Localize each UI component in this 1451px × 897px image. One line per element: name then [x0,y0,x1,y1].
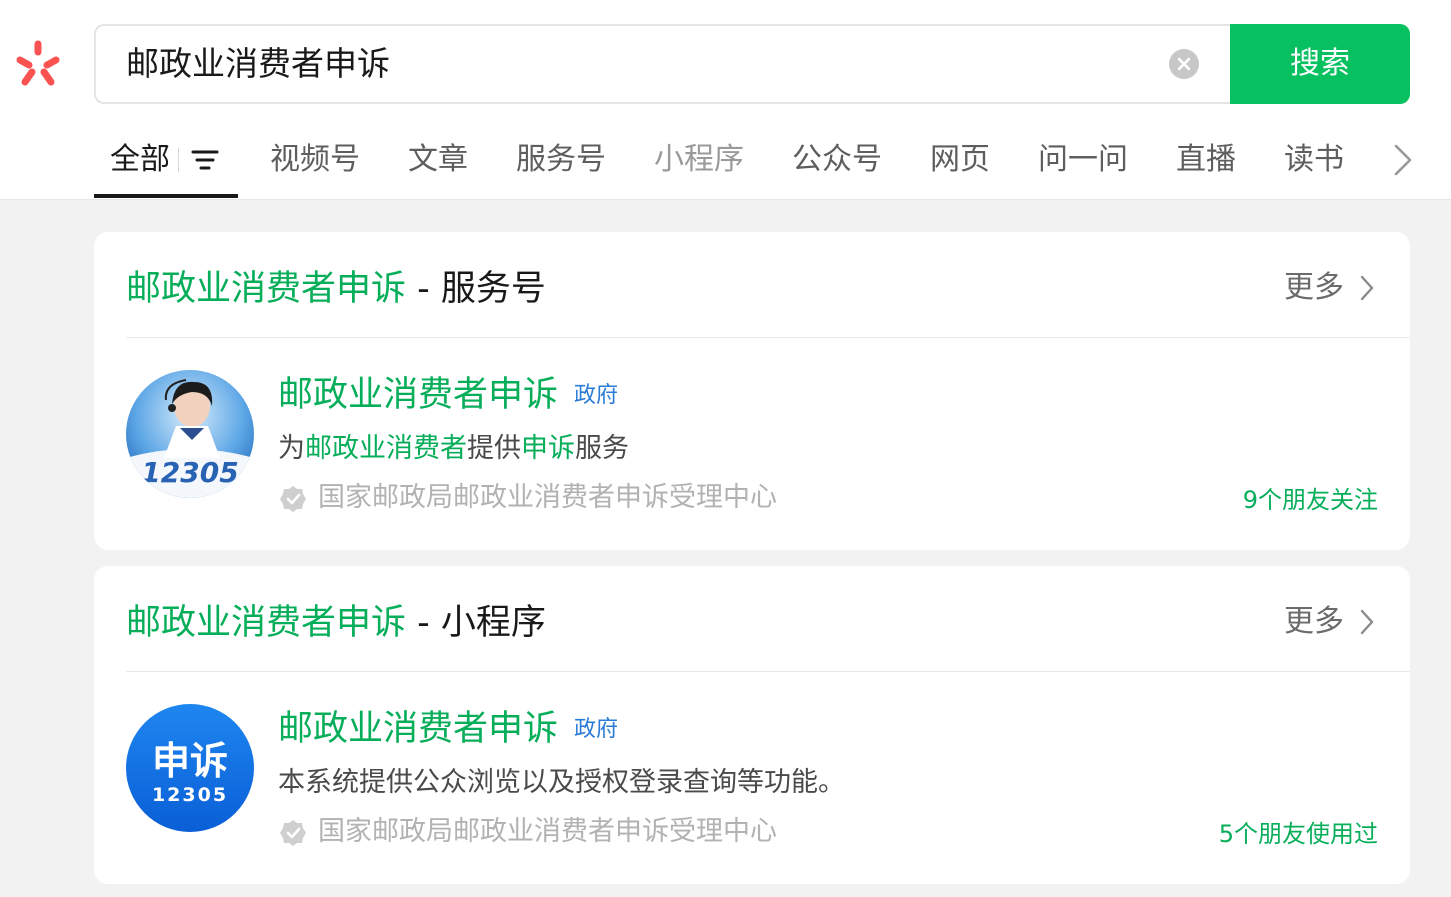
section-title-keyword: 邮政业消费者申诉 [126,269,407,309]
section-title: 邮政业消费者申诉 - 小程序 [126,599,546,647]
tab-ask[interactable]: 问一问 [1038,138,1128,182]
search-query-text[interactable]: 邮政业消费者申诉 [126,26,390,102]
verified-organization: 国家邮政局邮政业消费者申诉受理中心 [318,816,777,847]
service-account-name[interactable]: 邮政业消费者申诉 [278,371,558,419]
mini-program-description: 本系统提供公众浏览以及授权登录查询等功能。 [278,767,845,798]
section-title-suffix: - 服务号 [406,269,546,309]
mini-program-logo-icon: 申诉 12305 [126,704,254,832]
chevron-right-icon[interactable] [1358,273,1376,303]
avatar-number-text: 12305 [141,456,238,489]
close-icon [1177,57,1191,71]
divider [126,337,1410,338]
tab-web[interactable]: 网页 [930,138,990,182]
tab-live[interactable]: 直播 [1176,138,1236,182]
service-account-section: 邮政业消费者申诉 - 服务号 更多 12305 邮政业消费者申诉 政府 为邮政业… [94,232,1410,550]
avatar-number-text: 12305 [152,784,228,806]
clear-search-button[interactable] [1169,49,1199,79]
desc-highlight: 邮政业消费者 [305,433,467,464]
section-title-suffix: - 小程序 [406,603,546,643]
mini-program-section: 邮政业消费者申诉 - 小程序 更多 申诉 12305 邮政业消费者申诉 政府 本… [94,566,1410,884]
section-title: 邮政业消费者申诉 - 服务号 [126,265,546,313]
desc-highlight: 申诉 [521,433,575,464]
mini-program-name[interactable]: 邮政业消费者申诉 [278,705,558,753]
verified-badge-icon [280,486,306,512]
desc-part: 提供 [467,433,521,464]
verified-badge-icon [280,820,306,846]
desc-part: 服务 [575,433,629,464]
government-tag: 政府 [574,717,619,742]
search-button[interactable]: 搜索 [1230,24,1410,104]
filter-icon[interactable] [190,146,220,174]
active-tab-indicator [94,194,238,198]
friends-used-count: 5个朋友使用过 [1218,820,1378,848]
verified-organization: 国家邮政局邮政业消费者申诉受理中心 [318,482,777,513]
avatar-title-text: 申诉 [152,739,228,783]
section-title-keyword: 邮政业消费者申诉 [126,603,407,643]
avatar[interactable]: 申诉 12305 [126,704,254,832]
tab-service-accounts[interactable]: 服务号 [516,138,606,182]
government-tag: 政府 [574,383,619,408]
search-input[interactable]: 邮政业消费者申诉 [94,24,1230,104]
more-link[interactable]: 更多 [1284,268,1344,308]
divider [126,671,1410,672]
tab-official-accounts[interactable]: 公众号 [792,138,882,182]
more-link[interactable]: 更多 [1284,602,1344,642]
tab-channels[interactable]: 视频号 [270,138,360,182]
desc-part: 为 [278,433,305,464]
tab-all[interactable]: 全部 [110,138,170,182]
avatar[interactable]: 12305 [126,370,254,498]
top-bar: 邮政业消费者申诉 搜索 全部 视频号 文章 服务号 小程序 公众号 网页 问一问… [0,0,1451,200]
wechat-search-logo-icon[interactable] [12,38,64,90]
chevron-right-icon[interactable] [1390,142,1414,178]
tab-divider [178,148,179,172]
friends-following-count: 9个朋友关注 [1242,486,1378,514]
chevron-right-icon[interactable] [1358,607,1376,637]
tab-mini-programs[interactable]: 小程序 [654,138,744,182]
tab-articles[interactable]: 文章 [408,138,468,182]
customer-service-agent-avatar: 12305 [126,370,254,498]
service-account-description: 为邮政业消费者提供申诉服务 [278,429,629,469]
tab-books[interactable]: 读书 [1284,138,1344,182]
